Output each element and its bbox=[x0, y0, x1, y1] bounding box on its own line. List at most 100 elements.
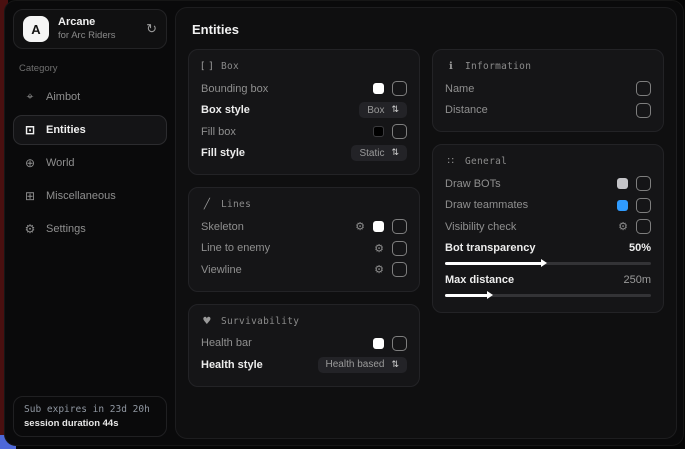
name-checkbox[interactable] bbox=[636, 81, 651, 96]
row-label: Bounding box bbox=[201, 83, 268, 95]
max-distance-slider[interactable] bbox=[445, 294, 651, 297]
box-style-dropdown[interactable]: Box⇅ bbox=[359, 102, 407, 118]
row-fill-style: Fill style Static ⇅ bbox=[201, 143, 407, 165]
distance-checkbox[interactable] bbox=[636, 103, 651, 118]
row-label: Health bar bbox=[201, 337, 252, 349]
sidebar-item-settings[interactable]: ⚙Settings bbox=[13, 214, 167, 244]
row-label: Draw teammates bbox=[445, 199, 528, 211]
sidebar: A Arcane for Arc Riders ↻ Category ⌖Aimb… bbox=[5, 1, 175, 445]
card-header: ♥Survivability bbox=[201, 316, 407, 327]
row-label: Name bbox=[445, 83, 474, 95]
row-max-distance: Max distance250m bbox=[445, 270, 651, 302]
card-title: Information bbox=[465, 61, 531, 72]
row-controls: ⚙ bbox=[374, 262, 407, 277]
row-controls bbox=[636, 81, 651, 96]
cards-column-right: ℹ Information Name Distance ∷GeneralDraw BOT… bbox=[432, 49, 664, 313]
dropdown-value: Static bbox=[359, 148, 384, 159]
sidebar-item-label: World bbox=[46, 157, 75, 169]
gear-icon[interactable]: ⚙ bbox=[374, 242, 384, 255]
draw-bots-checkbox[interactable] bbox=[636, 176, 651, 191]
sidebar-item-entities[interactable]: ⊡Entities bbox=[13, 115, 167, 145]
row-line-to-enemy: Line to enemy ⚙ bbox=[201, 238, 407, 260]
skeleton-checkbox[interactable] bbox=[392, 219, 407, 234]
main-panel: Entities [ ] Box Bounding box Box styleBox⇅… bbox=[175, 7, 677, 439]
sidebar-item-world[interactable]: ⊕ World bbox=[13, 148, 167, 178]
row-skeleton: Skeleton ⚙ bbox=[201, 216, 407, 238]
gear-icon[interactable]: ⚙ bbox=[618, 220, 628, 233]
crosshair-icon: ⌖ bbox=[23, 89, 37, 104]
line-to-enemy-checkbox[interactable] bbox=[392, 241, 407, 256]
skeleton-color-swatch[interactable] bbox=[373, 221, 384, 232]
row-label: Line to enemy bbox=[201, 242, 270, 254]
grid-icon: ⊞ bbox=[23, 189, 37, 203]
row-controls: ⚙ bbox=[618, 219, 651, 234]
row-health-bar: Health bar bbox=[201, 333, 407, 355]
sync-icon[interactable]: ↻ bbox=[146, 21, 157, 37]
row-controls: Box⇅ bbox=[359, 102, 407, 118]
draw-teammates-color-swatch[interactable] bbox=[617, 200, 628, 211]
row-fill-box: Fill box bbox=[201, 121, 407, 143]
gear-icon[interactable]: ⚙ bbox=[374, 263, 384, 276]
fill-style-dropdown[interactable]: Static ⇅ bbox=[351, 145, 407, 161]
health-bar-checkbox[interactable] bbox=[392, 336, 407, 351]
bounding-box-checkbox[interactable] bbox=[392, 81, 407, 96]
fill-box-checkbox[interactable] bbox=[392, 124, 407, 139]
row-label: Distance bbox=[445, 104, 488, 116]
brand-title: Arcane bbox=[58, 16, 116, 30]
slider-head: Bot transparency50% bbox=[445, 240, 651, 257]
card-information: ℹ Information Name Distance bbox=[432, 49, 664, 132]
info-icon: ℹ bbox=[445, 61, 457, 72]
bot-transparency-slider[interactable] bbox=[445, 262, 651, 265]
card-general: ∷GeneralDraw BOTsDraw teammatesVisibilit… bbox=[432, 144, 664, 313]
subscription-card: Sub expires in 23d 20h session duration … bbox=[13, 396, 167, 437]
card-title: Box bbox=[221, 61, 239, 72]
row-bot-transparency: Bot transparency50% bbox=[445, 238, 651, 270]
sidebar-item-miscellaneous[interactable]: ⊞Miscellaneous bbox=[13, 181, 167, 211]
health-style-dropdown[interactable]: Health based⇅ bbox=[318, 357, 407, 373]
row-controls bbox=[636, 103, 651, 118]
brand-avatar: A bbox=[23, 16, 49, 42]
visibility-check-checkbox[interactable] bbox=[636, 219, 651, 234]
line-icon: ╱ bbox=[201, 199, 213, 210]
card-header: ╱ Lines bbox=[201, 199, 407, 210]
row-label: Fill style bbox=[201, 147, 245, 159]
card-header: ℹ Information bbox=[445, 61, 651, 72]
row-label: Skeleton bbox=[201, 221, 244, 233]
scan-icon: ⊡ bbox=[23, 123, 37, 137]
row-box-style: Box styleBox⇅ bbox=[201, 100, 407, 122]
card-header: ∷General bbox=[445, 156, 651, 167]
page-title: Entities bbox=[192, 22, 660, 37]
brackets-icon: [ ] bbox=[201, 61, 213, 72]
gear-icon[interactable]: ⚙ bbox=[355, 220, 365, 233]
brand-card[interactable]: A Arcane for Arc Riders ↻ bbox=[13, 9, 167, 49]
card-title: Lines bbox=[221, 199, 251, 210]
session-duration-text: session duration 44s bbox=[24, 418, 156, 429]
row-controls: ⚙ bbox=[355, 219, 407, 234]
row-label: Fill box bbox=[201, 126, 236, 138]
viewline-checkbox[interactable] bbox=[392, 262, 407, 277]
row-name: Name bbox=[445, 78, 651, 100]
health-bar-color-swatch[interactable] bbox=[373, 338, 384, 349]
draw-teammates-checkbox[interactable] bbox=[636, 198, 651, 213]
row-label: Viewline bbox=[201, 264, 242, 276]
chevrons-up-down-icon: ⇅ bbox=[391, 148, 399, 158]
row-controls: ⚙ bbox=[374, 241, 407, 256]
slider-head: Max distance250m bbox=[445, 272, 651, 289]
bounding-box-color-swatch[interactable] bbox=[373, 83, 384, 94]
brand-subtitle: for Arc Riders bbox=[58, 30, 116, 42]
row-visibility-check: Visibility check ⚙ bbox=[445, 216, 651, 238]
row-label: Visibility check bbox=[445, 221, 516, 233]
row-viewline: Viewline ⚙ bbox=[201, 259, 407, 281]
heart-icon: ♥ bbox=[201, 316, 213, 327]
chevrons-up-down-icon: ⇅ bbox=[391, 360, 399, 370]
dropdown-value: Box bbox=[367, 105, 384, 116]
app-window: A Arcane for Arc Riders ↻ Category ⌖Aimb… bbox=[4, 0, 684, 446]
row-label: Health style bbox=[201, 359, 263, 371]
row-label: Max distance bbox=[445, 274, 514, 286]
draw-bots-color-swatch[interactable] bbox=[617, 178, 628, 189]
cards-grid: [ ] Box Bounding box Box styleBox⇅ Fill box F… bbox=[188, 49, 664, 387]
sidebar-item-aimbot[interactable]: ⌖Aimbot bbox=[13, 81, 167, 112]
sidebar-item-label: Settings bbox=[46, 223, 86, 235]
fill-box-color-swatch[interactable] bbox=[373, 126, 384, 137]
globe-icon: ⊕ bbox=[23, 156, 37, 170]
